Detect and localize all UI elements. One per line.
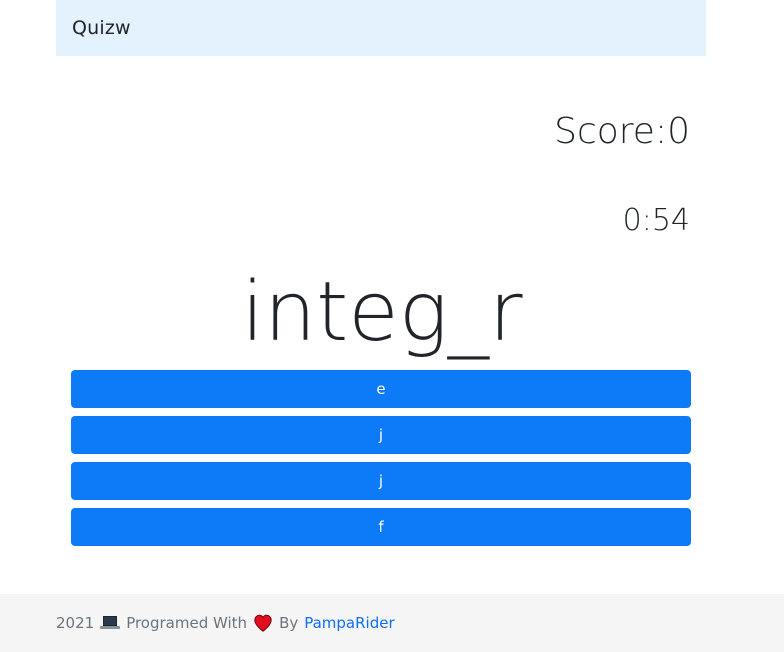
answer-button-2[interactable]: j	[71, 416, 691, 454]
answer-button-1[interactable]: e	[71, 370, 691, 408]
footer-by: By	[279, 614, 299, 632]
answer-button-4[interactable]: f	[71, 508, 691, 546]
author-link[interactable]: PampaRider	[304, 614, 394, 632]
footer-programed-with: Programed With	[126, 614, 248, 632]
navbar-brand[interactable]: Quizw	[72, 17, 131, 39]
score-display: Score:0	[554, 111, 690, 152]
footer: 2021 Programed With By PampaRider	[0, 594, 784, 652]
footer-year: 2021	[56, 614, 95, 632]
heart-icon	[254, 614, 272, 632]
laptop-icon	[100, 615, 121, 631]
quiz-word: integ_r	[241, 265, 523, 360]
answer-options: e j j f	[71, 370, 691, 554]
page: Quizw Score:0 0:54 integ_r e j j f 2021 …	[0, 0, 784, 652]
countdown-timer: 0:54	[622, 203, 690, 238]
answer-button-3[interactable]: j	[71, 462, 691, 500]
navbar: Quizw	[56, 0, 706, 56]
